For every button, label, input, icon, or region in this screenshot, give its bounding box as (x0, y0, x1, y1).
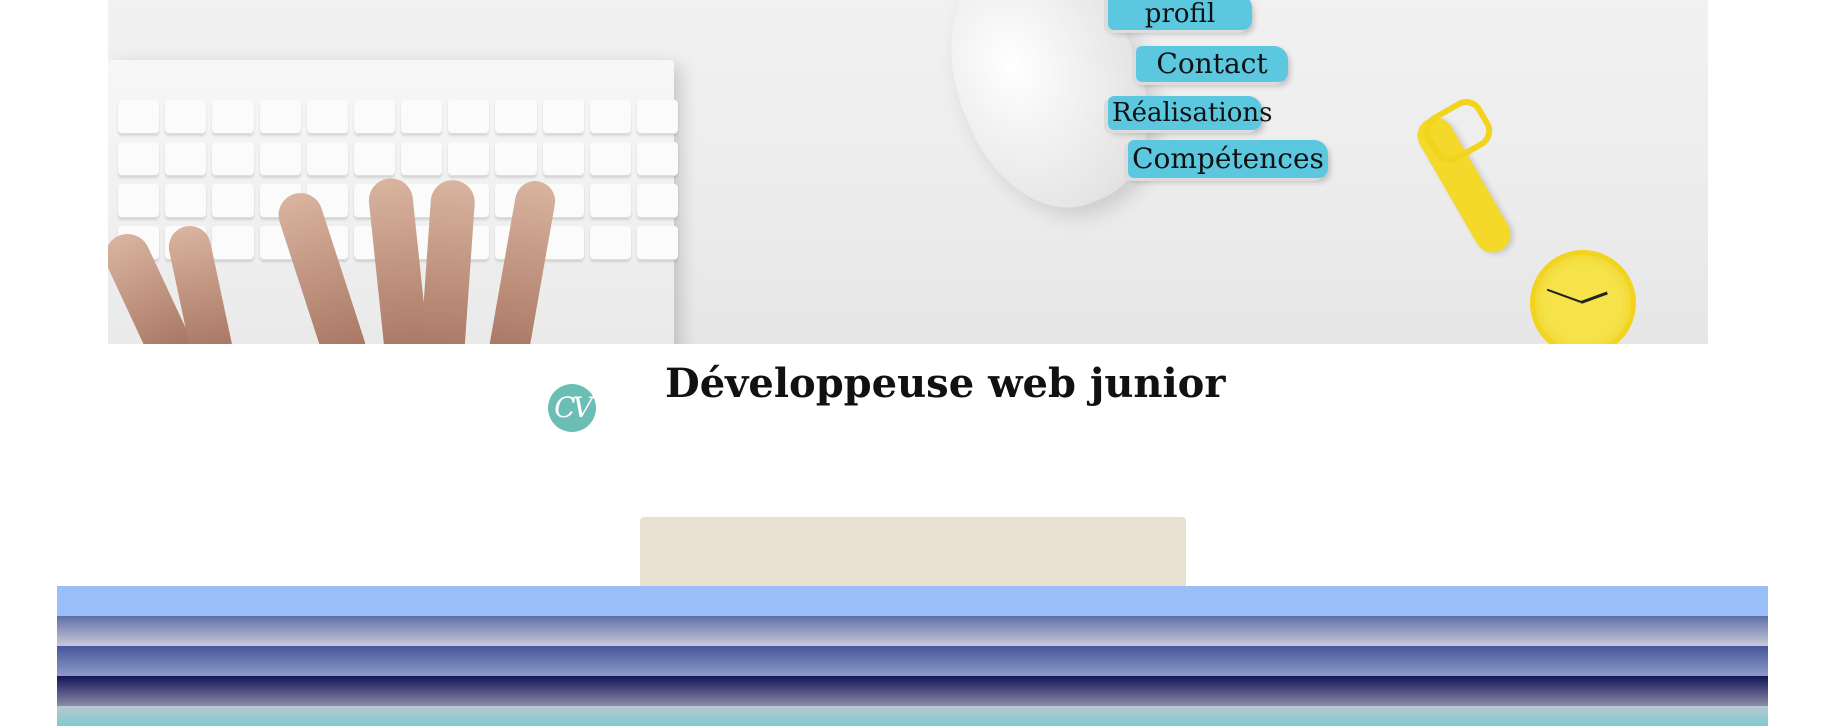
cv-logo: CV (548, 384, 596, 432)
nav-item-realisations-label: Réalisations (1112, 98, 1273, 128)
stripe-teal (57, 706, 1768, 726)
nav-item-profil[interactable]: profil (1108, 0, 1252, 30)
cv-logo-text: CV (554, 391, 593, 424)
watch-hour-hand (1580, 291, 1608, 304)
decorative-stripes (57, 586, 1768, 726)
hero-banner: profil Contact Réalisations Compétences (108, 0, 1708, 344)
watch-face (1530, 250, 1636, 344)
nav-item-contact-label: Contact (1156, 47, 1268, 80)
nav-item-realisations[interactable]: Réalisations (1108, 96, 1272, 130)
stripe-gradient-1 (57, 616, 1768, 646)
nav-item-profil-label: profil (1144, 0, 1216, 29)
content-panel (640, 517, 1186, 589)
nav-item-competences[interactable]: Compétences (1128, 140, 1328, 178)
watch-minute-hand (1546, 288, 1582, 303)
stripe-light-blue (57, 586, 1768, 616)
stripe-navy (57, 676, 1768, 706)
stripe-gradient-2 (57, 646, 1768, 676)
nav-item-contact[interactable]: Contact (1136, 46, 1288, 82)
page-title: Développeuse web junior (665, 360, 1226, 407)
nav-item-competences-label: Compétences (1132, 142, 1324, 175)
